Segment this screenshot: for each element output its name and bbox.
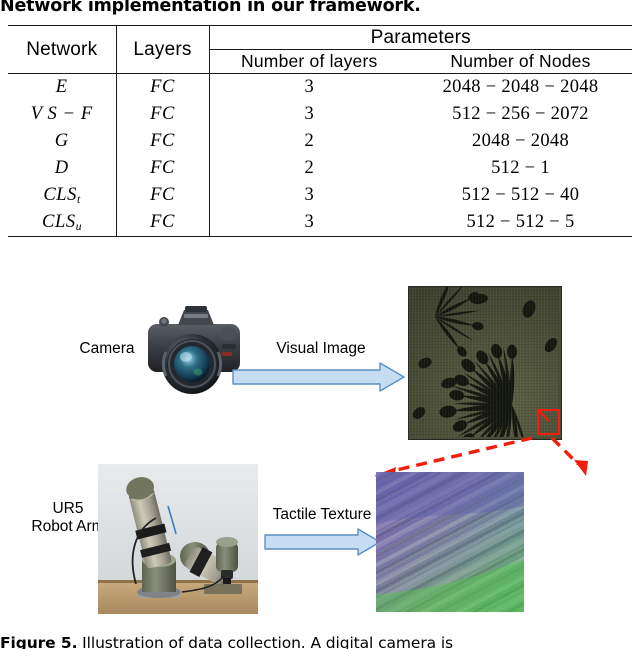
tactile-texture-image [376, 472, 524, 612]
cell-num-layers: 3 [304, 212, 315, 232]
figure-caption-text: Illustration of data collection. A digit… [77, 634, 454, 649]
cell-network: V S − F [8, 101, 117, 128]
header-parameters: Parameters [370, 26, 471, 48]
table-row: V S − F FC 3 512 − 256 − 2072 [8, 101, 632, 128]
figure-caption-label: Figure 5. [0, 634, 78, 649]
cell-network: CLSu [8, 209, 117, 236]
table-body: E FC 3 2048 − 2048 − 2048 V S − F FC 3 5… [8, 73, 633, 237]
table-row: CLSt FC 3 512 − 512 − 40 [8, 182, 632, 209]
cell-num-layers: 2 [304, 158, 315, 178]
table-row: G FC 2 2048 − 2048 [8, 128, 632, 155]
data-collection-figure: Camera Visual Image UR5 Robot Arm Tactil… [0, 278, 640, 628]
cell-num-layers: 3 [304, 77, 315, 97]
cell-layers: FC [116, 209, 210, 236]
cell-num-layers: 2 [304, 131, 315, 151]
header-layers: Layers [116, 25, 210, 74]
cell-layers: FC [116, 182, 210, 209]
table-bottom-rule [8, 236, 633, 237]
cell-network: D [8, 155, 117, 182]
cell-network: E [8, 73, 117, 101]
tactile-texture-label: Tactile Texture [272, 506, 372, 523]
table-title: Network implementation in our framework. [0, 0, 421, 16]
robot-arm-label: UR5 Robot Arm [31, 500, 105, 535]
table-row: E FC 3 2048 − 2048 − 2048 [8, 73, 633, 101]
header-network: Network [8, 25, 117, 74]
table-row: CLSu FC 3 512 − 512 − 5 [8, 209, 632, 236]
network-implementation-table: Network Layers Parameters Number of laye… [8, 25, 633, 237]
cell-network: G [8, 128, 117, 155]
cell-num-nodes: 512 − 512 − 40 [461, 185, 580, 205]
cell-num-nodes: 512 − 512 − 5 [466, 212, 575, 232]
cell-num-nodes: 512 − 1 [491, 158, 550, 178]
cell-num-nodes: 2048 − 2048 [472, 131, 569, 151]
cell-num-layers: 3 [304, 185, 315, 205]
header-number-of-layers: Number of layers [209, 49, 409, 74]
figure-caption: Figure 5. Illustration of data collectio… [0, 634, 640, 649]
cell-layers: FC [116, 155, 210, 182]
cell-network: CLSt [8, 182, 117, 209]
tactile-texture-arrow-icon [264, 528, 381, 556]
cell-num-nodes: 2048 − 2048 − 2048 [442, 77, 599, 97]
cell-layers: FC [116, 128, 210, 155]
table-row: D FC 2 512 − 1 [8, 155, 632, 182]
cell-layers: FC [116, 101, 210, 128]
cell-num-layers: 3 [304, 104, 315, 124]
cell-layers: FC [116, 73, 210, 101]
zoom-connector-arrows [374, 408, 588, 480]
robot-arm-photo [98, 464, 258, 614]
header-number-of-nodes: Number of Nodes [409, 49, 633, 74]
cell-num-nodes: 512 − 256 − 2072 [452, 104, 589, 124]
